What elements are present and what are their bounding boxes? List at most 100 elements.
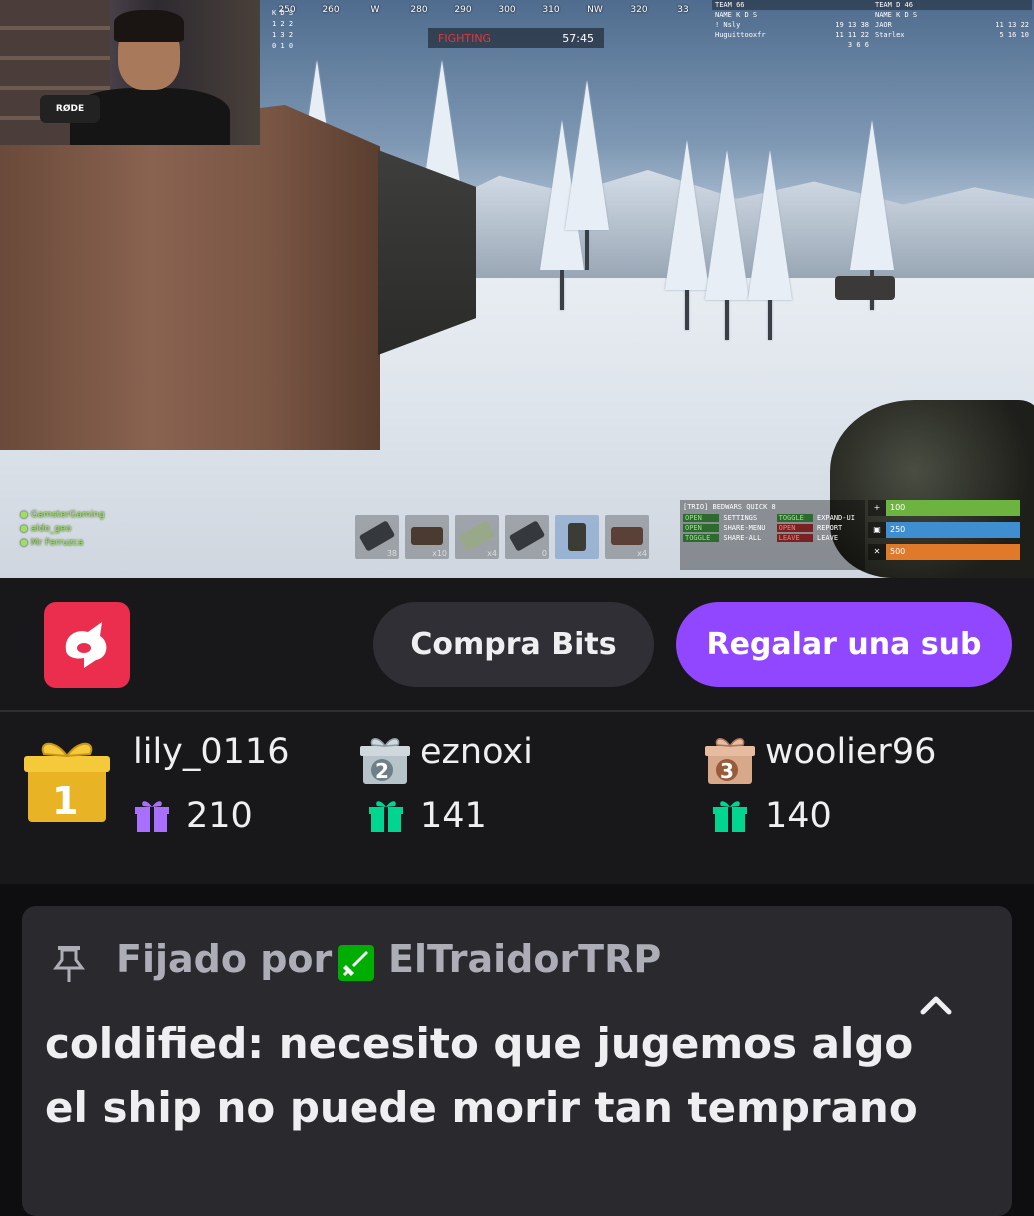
pinned-by-user[interactable]: ElTraidorTRP <box>388 937 661 981</box>
food-icon: ✕ <box>868 544 886 560</box>
compass-mark: NW <box>587 5 603 15</box>
bedwars-action: REPORT <box>816 524 843 532</box>
brick-wall <box>0 105 380 450</box>
player-name: ! Nsly <box>715 21 741 29</box>
team-score: 46 <box>904 1 913 9</box>
leader-name: lily_0116 <box>133 732 290 772</box>
player-stats: 11 13 22 <box>995 21 1029 29</box>
kds-scoreboard-left: K D S 1 2 2 1 3 2 0 1 0 <box>272 8 293 52</box>
launcher-icon <box>508 520 546 552</box>
bedwars-action: SHARE-ALL <box>723 534 762 542</box>
compass-mark: 290 <box>454 5 472 15</box>
bedwars-panel: [TRIO] BEDWARS QUICK 8 OPEN SETTINGS TOG… <box>680 500 865 570</box>
slot-count: 38 <box>386 549 397 558</box>
compass-mark: 300 <box>498 5 516 15</box>
tree <box>705 150 749 340</box>
leader-name: eznoxi <box>420 732 533 772</box>
green-gift-icon <box>713 801 747 832</box>
hotbar-slot: x4 <box>605 515 649 559</box>
bronze-gift-icon: 3 <box>705 738 755 784</box>
slot-count: x10 <box>432 549 447 558</box>
health-stat: +100 <box>868 500 1020 516</box>
pin-icon <box>53 946 85 982</box>
fight-timer: 57:45 <box>562 31 594 45</box>
health-icon: + <box>868 500 886 516</box>
bedwars-action: SHARE-MENU <box>723 524 766 532</box>
streamer-hair <box>114 10 184 42</box>
player-name: Starlex <box>875 31 905 39</box>
bedwars-tag: TOGGLE <box>776 514 813 522</box>
tree <box>565 80 609 270</box>
water-icon: ▣ <box>868 522 886 538</box>
gold-gift-icon: 1 <box>24 742 110 823</box>
leader-name: woolier96 <box>765 732 937 772</box>
tree <box>748 150 792 340</box>
compass-mark: 260 <box>322 5 340 15</box>
party-member: ● Mr Ferruzca <box>20 538 84 548</box>
player-stats: 3 6 6 <box>847 41 869 49</box>
team-title: TEAM D <box>875 1 901 9</box>
pinned-by-label: Fijado por <box>116 937 333 981</box>
rocket-icon <box>458 520 496 552</box>
party-member: ● GamsterGaming <box>20 510 105 520</box>
rock <box>835 276 895 300</box>
svg-text:1: 1 <box>52 779 78 823</box>
hotbar-slot-selected <box>555 515 599 559</box>
tree <box>850 120 894 310</box>
compass-mark: 310 <box>542 5 560 15</box>
team-col-header: NAME K D S <box>712 10 872 20</box>
team-header: TEAM D 46 <box>872 0 1032 10</box>
player-stats: 5 16 10 <box>999 31 1029 39</box>
microphone: RØDE <box>40 95 100 123</box>
player-stats: 19 13 38 <box>835 21 869 29</box>
player-stats: 11 11 22 <box>835 31 869 39</box>
bedwars-action: EXPAND-UI <box>816 514 855 522</box>
fight-label: FIGHTING <box>438 31 492 45</box>
water-stat: ▣ 250 <box>868 522 1020 538</box>
door-icon <box>611 527 643 545</box>
leader-gift-count: 210 <box>186 796 253 836</box>
bedwars-tag: TOGGLE <box>683 534 720 542</box>
party-list: ● GamsterGaming ● aldo_geo ● Mr Ferruzca <box>20 508 105 550</box>
rifle-icon <box>358 520 396 552</box>
player-name: JAOR <box>875 21 892 29</box>
team-row: ! Nsly 19 13 38 <box>712 20 872 30</box>
purple-gift-icon <box>135 801 169 832</box>
party-member-name: Mr Ferruzca <box>30 538 84 548</box>
water-value: 250 <box>886 522 1020 538</box>
team-column: TEAM D 46 NAME K D S JAOR 11 13 22 Starle… <box>872 0 1032 40</box>
food-value: 500 <box>886 544 1020 560</box>
streamer-webcam: RØDE <box>0 0 260 145</box>
sword-icon <box>343 951 368 976</box>
team-title: TEAM <box>715 1 732 9</box>
moderator-badge <box>338 945 374 981</box>
team-score: 66 <box>736 1 745 9</box>
hype-chat-logo[interactable] <box>44 602 130 688</box>
hotbar: 38 x10 x4 0 x4 <box>355 515 649 563</box>
team-row: Starlex 5 16 10 <box>872 30 1032 40</box>
kds-row: 1 3 2 <box>272 31 294 39</box>
gift-sub-button[interactable]: Regalar una sub <box>676 602 1012 687</box>
kds-row: 0 1 0 <box>272 42 294 50</box>
party-member-name: GamsterGaming <box>30 510 105 520</box>
buy-bits-button[interactable]: Compra Bits <box>373 602 654 687</box>
compass-mark: 280 <box>410 5 428 15</box>
team-scoreboard: TEAM 66 NAME K D S ! Nsly 19 13 38 Huguit… <box>712 0 1034 60</box>
slot-count: x4 <box>487 549 497 558</box>
video-player[interactable]: 250 260 W 280 290 300 310 NW 320 33 FIGH… <box>0 0 1034 578</box>
kds-header: K D S <box>272 9 294 17</box>
hotbar-slot: 38 <box>355 515 399 559</box>
compass-mark: 320 <box>630 5 648 15</box>
team-row: Huguittooxfr 11 11 22 <box>712 30 872 40</box>
hotbar-slot: x4 <box>455 515 499 559</box>
svg-text:3: 3 <box>720 759 734 783</box>
leader-gift-count: 141 <box>420 796 487 836</box>
bedwars-action: LEAVE <box>816 534 839 542</box>
leader-gift-count: 140 <box>765 796 832 836</box>
wall-block-icon <box>411 527 443 545</box>
health-value: 100 <box>886 500 1020 516</box>
compass-mark: W <box>370 5 380 15</box>
team-column: TEAM 66 NAME K D S ! Nsly 19 13 38 Huguit… <box>712 0 872 50</box>
player-stats-panel: +100 ▣ 250 ✕ 500 <box>868 500 1020 566</box>
team-row: JAOR 11 13 22 <box>872 20 1032 30</box>
